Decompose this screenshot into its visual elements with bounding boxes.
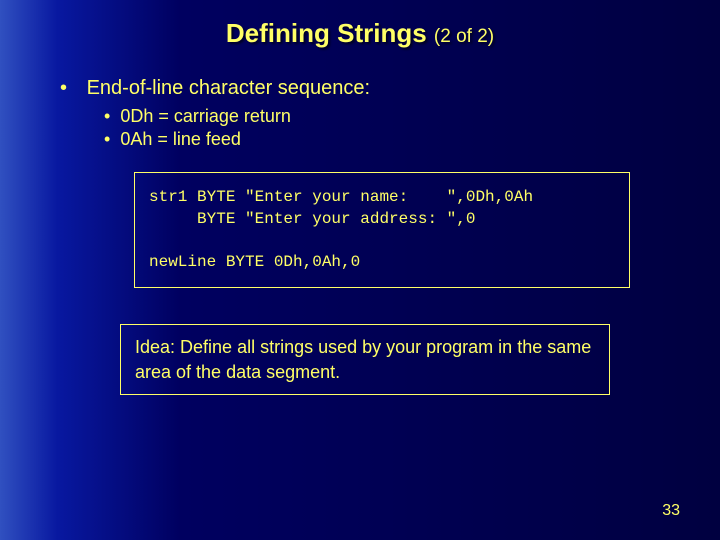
title-sub: (2 of 2) [434,26,494,47]
bullet-item: 0Ah = line feed [104,129,670,150]
bullet-item: 0Dh = carriage return [104,106,670,127]
idea-box: Idea: Define all strings used by your pr… [120,324,610,395]
page-number: 33 [662,502,680,520]
code-box: str1 BYTE "Enter your name: ",0Dh,0Ah BY… [134,172,630,288]
bullet-heading: End-of-line character sequence: 0Dh = ca… [60,77,670,150]
title-main: Defining Strings [226,18,427,48]
content-area: End-of-line character sequence: 0Dh = ca… [0,49,720,395]
slide-title: Defining Strings (2 of 2) [0,0,720,49]
bullet-heading-text: End-of-line character sequence: [87,77,371,99]
